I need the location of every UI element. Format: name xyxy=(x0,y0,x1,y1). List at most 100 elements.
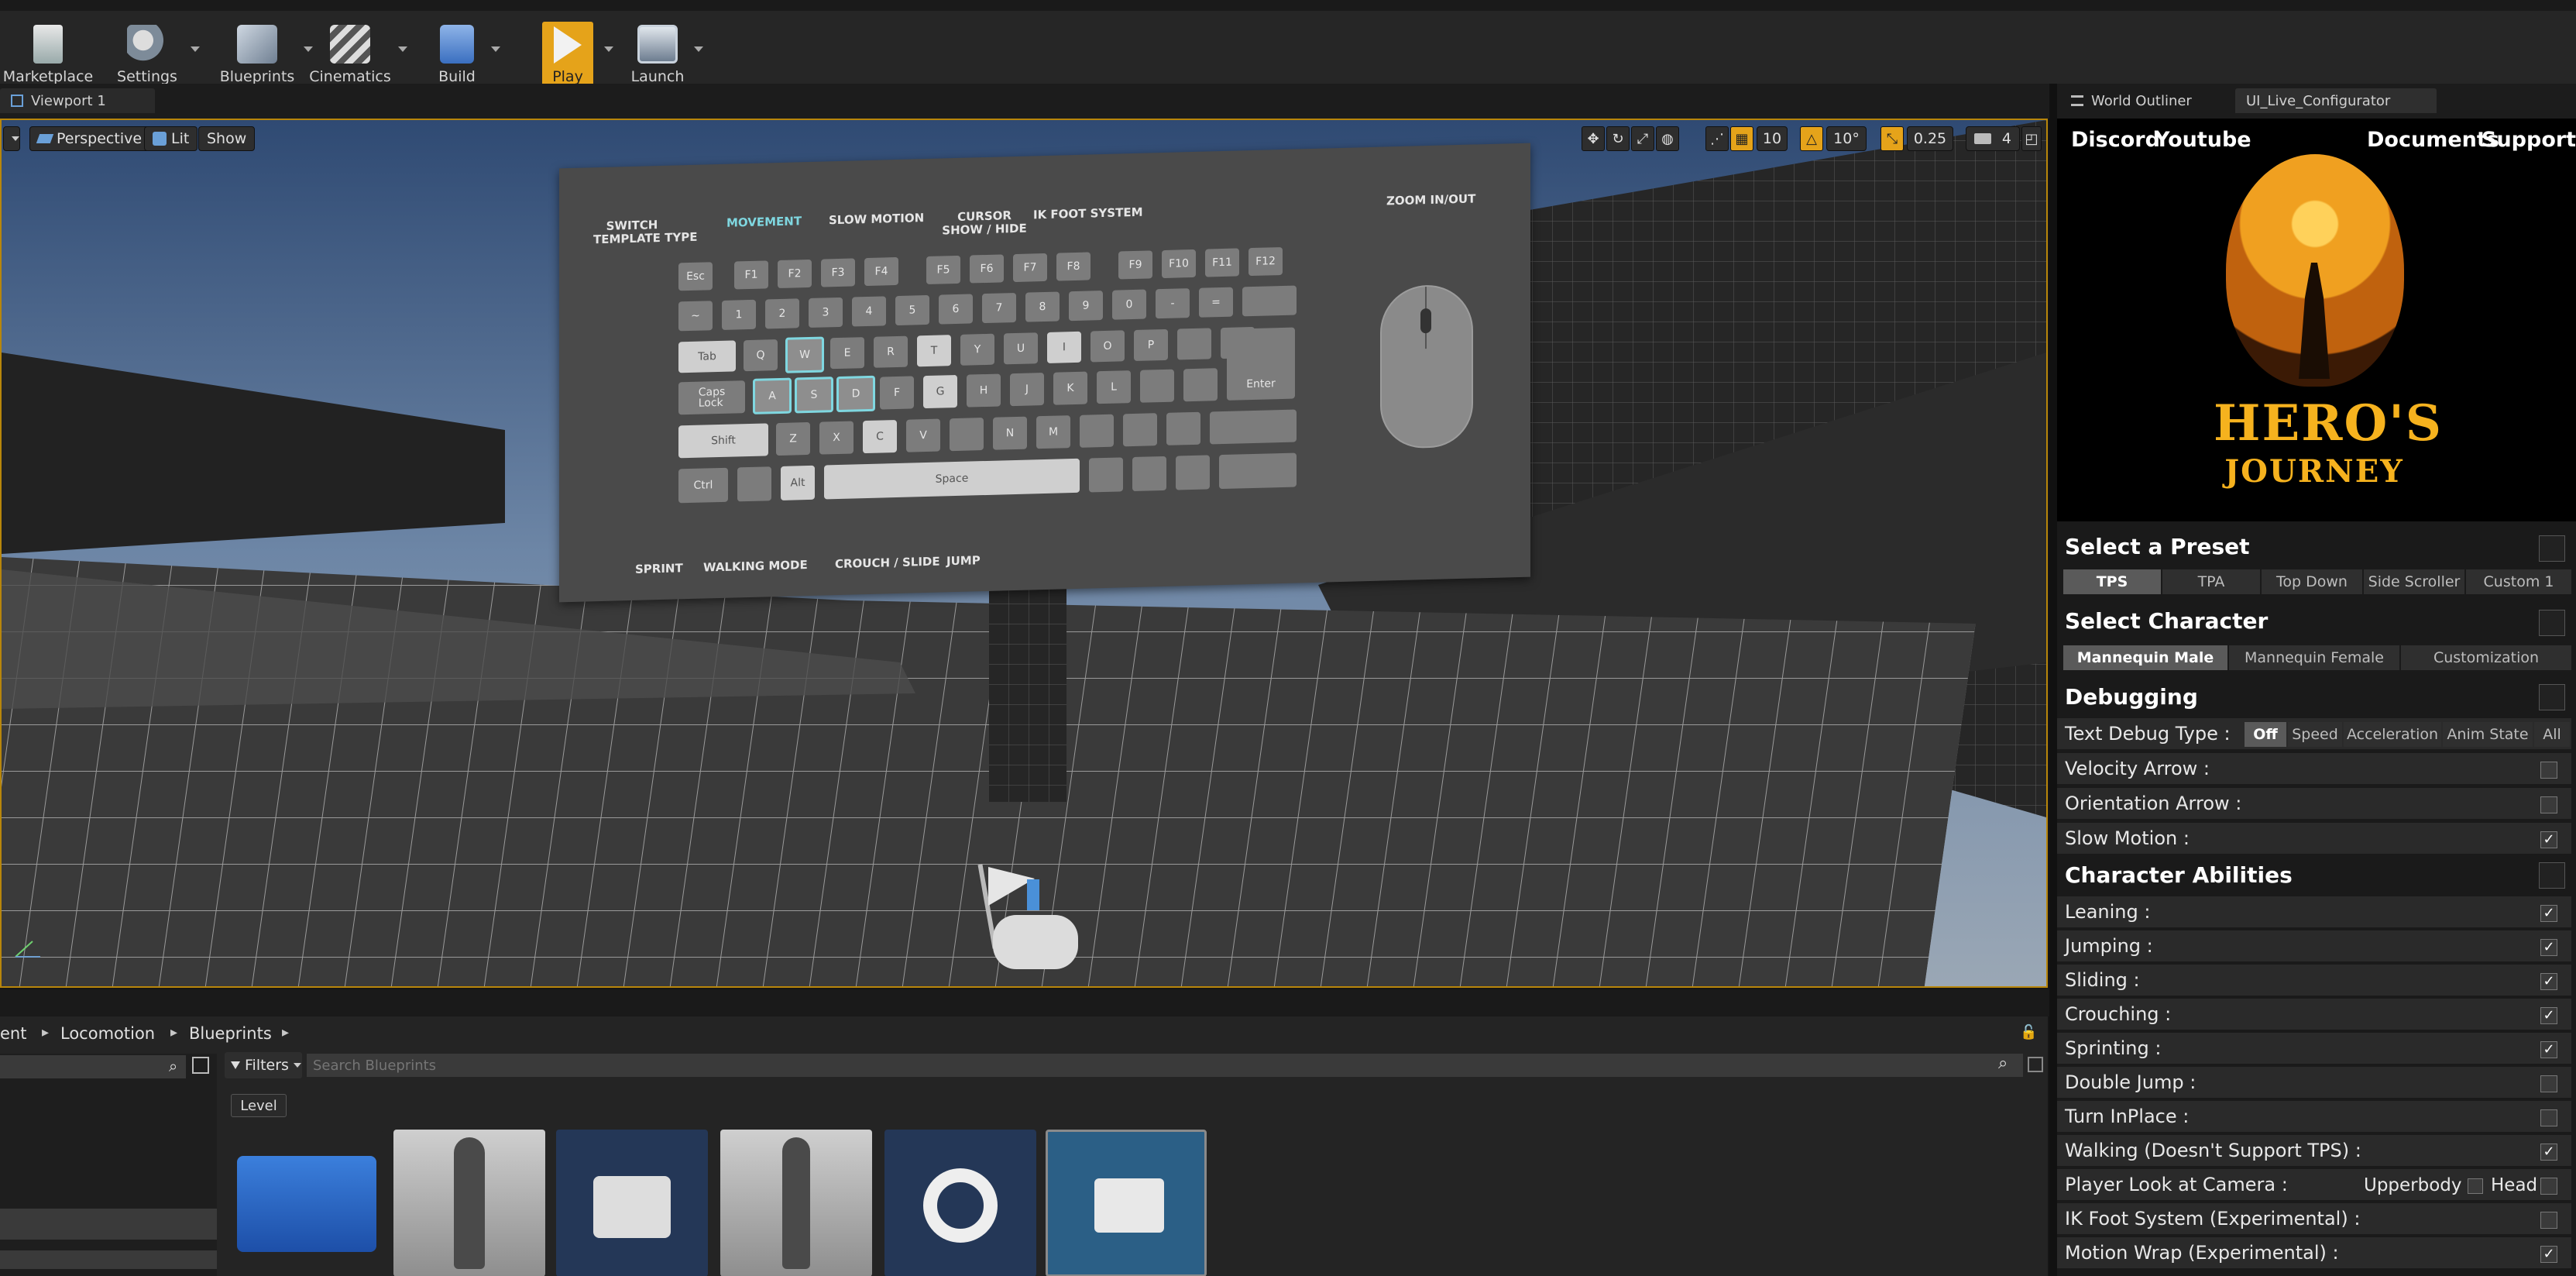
scale-snap-value[interactable]: 0.25 xyxy=(1907,126,1953,151)
slow-motion-checkbox[interactable]: ✓ xyxy=(2540,831,2557,848)
maximize-viewport-icon[interactable]: ◰ xyxy=(2021,126,2042,151)
chevron-down-icon[interactable] xyxy=(491,46,500,52)
grid-snap-value[interactable]: 10 xyxy=(1757,126,1788,151)
rotate-tool-icon[interactable]: ↻ xyxy=(1606,126,1630,151)
key-period xyxy=(1123,413,1157,447)
panel-splitter[interactable] xyxy=(2049,84,2057,1276)
lock-icon[interactable]: 🔓 xyxy=(2020,1024,2037,1040)
velocity-arrow-checkbox[interactable] xyxy=(2540,762,2557,779)
collapse-arrow-icon[interactable] xyxy=(2539,684,2565,710)
folder-asset[interactable] xyxy=(231,1130,383,1276)
camera-speed-button[interactable]: 4 xyxy=(1966,126,2020,151)
folder-tree-item-selected[interactable] xyxy=(0,1209,217,1240)
key-equals: = xyxy=(1199,287,1233,318)
mannequin-asset-2[interactable] xyxy=(720,1130,872,1276)
viewport-grid-icon xyxy=(11,95,23,107)
translate-tool-icon[interactable]: ✥ xyxy=(1582,126,1605,151)
ui-live-configurator-panel: Discord Youtube Documents Support HERO'S… xyxy=(2057,119,2576,1276)
walking-checkbox[interactable]: ✓ xyxy=(2540,1144,2557,1161)
discord-link[interactable]: Discord xyxy=(2071,128,2160,152)
collapse-arrow-icon[interactable] xyxy=(2539,862,2565,889)
settings-button[interactable]: Settings xyxy=(115,22,200,88)
tab-world-outliner[interactable]: World Outliner xyxy=(2060,88,2215,113)
cinematics-button[interactable]: Cinematics xyxy=(309,22,407,88)
orientation-arrow-checkbox[interactable] xyxy=(2540,796,2557,813)
show-button[interactable]: Show xyxy=(198,126,256,151)
chevron-down-icon[interactable] xyxy=(398,46,407,52)
mannequin-asset[interactable] xyxy=(393,1130,545,1276)
turn-inplace-checkbox[interactable] xyxy=(2540,1109,2557,1126)
debug-acceleration-button[interactable]: Acceleration xyxy=(2344,722,2441,747)
rotation-snap-value[interactable]: 10° xyxy=(1826,126,1867,151)
play-button[interactable]: Play xyxy=(542,22,613,88)
ik-foot-system-checkbox[interactable] xyxy=(2540,1212,2557,1229)
breadcrumb-item[interactable]: Locomotion xyxy=(60,1024,155,1043)
preset-top-down-button[interactable]: Top Down xyxy=(2262,569,2362,594)
horizontal-splitter[interactable] xyxy=(0,989,2049,1016)
save-search-icon[interactable] xyxy=(2028,1057,2043,1072)
character-mannequin-male-button[interactable]: Mannequin Male xyxy=(2063,645,2227,670)
chevron-down-icon[interactable] xyxy=(304,46,313,52)
sliding-checkbox[interactable]: ✓ xyxy=(2540,973,2557,990)
marketplace-button[interactable]: Marketplace xyxy=(3,22,93,88)
search-blueprints-input[interactable] xyxy=(307,1054,2023,1077)
level-viewport[interactable]: Perspective Lit Show ✥ ↻ ⤢ ◍ ⋰ ▦ 10 △ 10… xyxy=(0,119,2048,988)
perspective-button[interactable]: Perspective xyxy=(29,126,151,151)
widget-asset-selected[interactable] xyxy=(1046,1130,1207,1276)
collapse-arrow-icon[interactable] xyxy=(2539,535,2565,562)
chevron-down-icon[interactable] xyxy=(191,46,200,52)
scale-snap-icon[interactable]: ⤡ xyxy=(1880,126,1904,151)
character-mannequin-female-button[interactable]: Mannequin Female xyxy=(2229,645,2399,670)
grid-snap-icon[interactable]: ▦ xyxy=(1730,126,1753,151)
double-jump-checkbox[interactable] xyxy=(2540,1075,2557,1092)
support-link[interactable]: Support xyxy=(2482,128,2576,152)
preset-tpa-button[interactable]: TPA xyxy=(2162,569,2260,594)
folder-search-input[interactable] xyxy=(0,1055,186,1078)
scale-tool-icon[interactable]: ⤢ xyxy=(1631,126,1654,151)
search-icon[interactable]: ⌕ xyxy=(1998,1054,2008,1073)
upperbody-checkbox[interactable] xyxy=(2468,1178,2483,1194)
build-button[interactable]: Build xyxy=(434,22,500,88)
folder-tree-item[interactable] xyxy=(0,1250,217,1269)
launch-button[interactable]: Launch xyxy=(631,22,703,88)
preset-custom-1-button[interactable]: Custom 1 xyxy=(2466,569,2571,594)
player-start-icon[interactable] xyxy=(970,864,1086,980)
ik-foot-system-row: IK Foot System (Experimental) : xyxy=(2057,1203,2571,1236)
level-filter-chip[interactable]: Level xyxy=(231,1094,287,1117)
chevron-down-icon[interactable] xyxy=(694,46,703,52)
debug-anim-state-button[interactable]: Anim State xyxy=(2443,722,2533,747)
collapse-arrow-icon[interactable] xyxy=(2539,610,2565,636)
tab-viewport-1[interactable]: Viewport 1 xyxy=(0,88,155,113)
ring-asset[interactable] xyxy=(884,1130,1036,1276)
breadcrumb-item[interactable]: ent xyxy=(0,1024,26,1043)
sprinting-checkbox[interactable]: ✓ xyxy=(2540,1041,2557,1058)
key-m: M xyxy=(1036,415,1070,449)
breadcrumb-item[interactable]: Blueprints xyxy=(189,1024,272,1043)
list-view-icon[interactable] xyxy=(192,1057,209,1074)
filters-button[interactable]: Filters xyxy=(225,1052,302,1078)
crouching-checkbox[interactable]: ✓ xyxy=(2540,1007,2557,1024)
key-esc: Esc xyxy=(678,262,713,291)
viewport-options-button[interactable] xyxy=(3,126,20,151)
leaning-checkbox[interactable]: ✓ xyxy=(2540,905,2557,922)
preset-tps-button[interactable]: TPS xyxy=(2063,569,2161,594)
world-local-icon[interactable]: ◍ xyxy=(1656,126,1679,151)
debug-off-button[interactable]: Off xyxy=(2245,722,2286,747)
debug-speed-button[interactable]: Speed xyxy=(2288,722,2342,747)
lit-button[interactable]: Lit xyxy=(144,126,198,151)
blueprints-button[interactable]: Blueprints xyxy=(220,22,313,88)
head-checkbox[interactable] xyxy=(2540,1178,2557,1195)
tab-ui-live-configurator[interactable]: UI_Live_Configurator xyxy=(2235,88,2437,113)
chevron-down-icon[interactable] xyxy=(604,46,613,52)
motion-wrap-checkbox[interactable]: ✓ xyxy=(2540,1246,2557,1263)
jumping-checkbox[interactable]: ✓ xyxy=(2540,939,2557,956)
preset-side-scroller-button[interactable]: Side Scroller xyxy=(2364,569,2464,594)
debug-all-button[interactable]: All xyxy=(2534,722,2570,747)
rotation-snap-icon[interactable]: △ xyxy=(1800,126,1823,151)
key-f6: F6 xyxy=(970,254,1004,284)
character-customization-button[interactable]: Customization xyxy=(2401,645,2571,670)
search-icon[interactable]: ⌕ xyxy=(169,1057,177,1075)
game-mode-asset[interactable] xyxy=(556,1130,708,1276)
surface-snap-icon[interactable]: ⋰ xyxy=(1705,126,1729,151)
key-tilde: ~ xyxy=(678,301,713,332)
